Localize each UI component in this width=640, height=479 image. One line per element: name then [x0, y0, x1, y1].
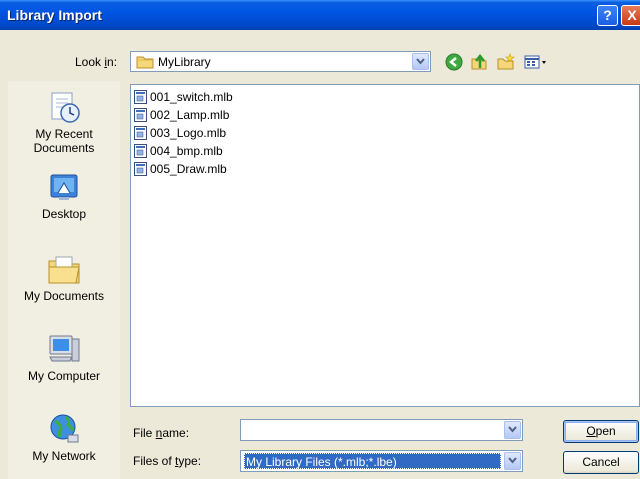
file-name-label: File name:	[133, 426, 190, 440]
list-item[interactable]: 005_Draw.mlb	[134, 161, 227, 177]
new-folder-icon[interactable]	[497, 53, 515, 71]
list-item[interactable]: 001_switch.mlb	[134, 89, 233, 105]
close-icon: X	[627, 7, 637, 23]
close-button[interactable]: X	[621, 5, 640, 26]
desktop-icon	[50, 174, 78, 200]
place-label: My Computer	[27, 369, 101, 383]
place-my-documents[interactable]: My Documents	[8, 251, 120, 303]
list-item[interactable]: 004_bmp.mlb	[134, 143, 223, 159]
my-documents-icon	[48, 256, 80, 284]
file-icon	[134, 108, 147, 122]
place-label: My Documents	[23, 289, 105, 303]
list-item[interactable]: 003_Logo.mlb	[134, 125, 226, 141]
place-label: My Network	[32, 449, 96, 463]
view-menu-icon[interactable]	[523, 53, 551, 71]
help-button[interactable]: ?	[597, 5, 618, 26]
look-in-value: MyLibrary	[158, 55, 211, 69]
places-bar: My Recent Documents Desktop My Documents…	[8, 81, 120, 479]
list-item[interactable]: 002_Lamp.mlb	[134, 107, 229, 123]
place-my-network[interactable]: My Network	[8, 411, 120, 463]
file-icon	[134, 144, 147, 158]
help-icon: ?	[603, 7, 612, 23]
cancel-button[interactable]: Cancel	[563, 451, 639, 474]
folder-icon	[136, 56, 154, 69]
file-icon	[134, 90, 147, 104]
place-my-computer[interactable]: My Computer	[8, 331, 120, 383]
file-icon	[134, 162, 147, 176]
file-type-value: My Library Files (*.mlb;*.lbe)	[244, 453, 501, 469]
file-name-dropdown-button[interactable]	[504, 421, 521, 439]
open-button[interactable]: Open	[563, 420, 639, 443]
place-label: Desktop	[41, 207, 87, 221]
up-folder-icon[interactable]	[470, 53, 488, 71]
file-type-dropdown-button[interactable]	[504, 452, 521, 470]
place-label: My Recent Documents	[33, 127, 95, 155]
file-list[interactable]: 001_switch.mlb 002_Lamp.mlb 003_Logo.mlb…	[130, 84, 640, 407]
back-icon[interactable]	[445, 53, 463, 71]
look-in-dropdown-button[interactable]	[412, 53, 429, 70]
my-computer-icon	[49, 335, 80, 362]
chevron-down-icon	[508, 426, 517, 433]
file-type-dropdown[interactable]: My Library Files (*.mlb;*.lbe)	[240, 450, 523, 472]
window-title: Library Import	[7, 7, 102, 23]
file-icon	[134, 126, 147, 140]
file-name-input[interactable]	[240, 419, 523, 441]
my-network-icon	[50, 414, 79, 443]
title-bar: Library Import ? X	[0, 0, 640, 30]
place-my-recent-documents[interactable]: My Recent Documents	[8, 89, 120, 155]
chevron-down-icon	[416, 58, 425, 65]
look-in-dropdown[interactable]: MyLibrary	[130, 51, 431, 72]
place-desktop[interactable]: Desktop	[8, 169, 120, 221]
look-in-label: Look in:	[75, 55, 118, 69]
chevron-down-icon	[508, 457, 517, 464]
file-type-label: Files of type:	[133, 454, 202, 468]
recent-documents-icon	[51, 92, 80, 123]
